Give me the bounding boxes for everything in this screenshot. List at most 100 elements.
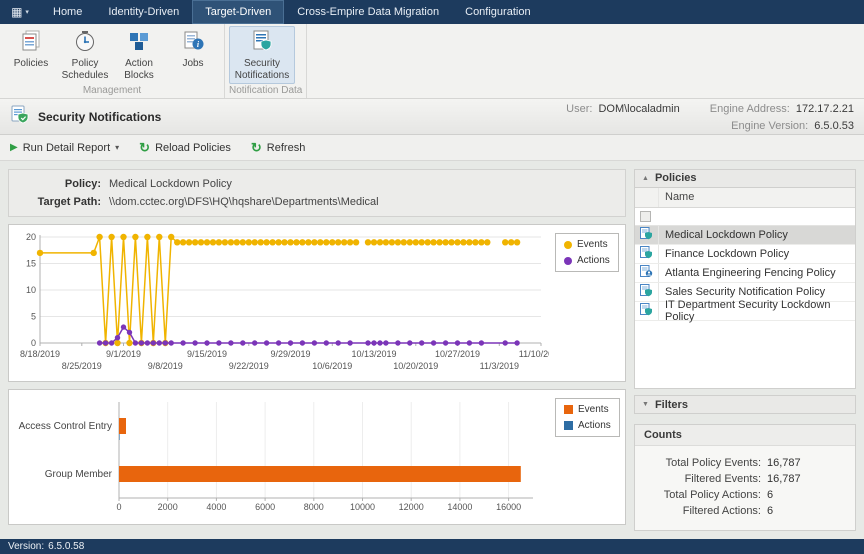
play-icon: ▶ xyxy=(10,142,18,153)
ribbon-button-policy-schedules[interactable]: Policy Schedules xyxy=(58,26,112,84)
policies-icon xyxy=(19,29,43,56)
count-label: Total Policy Events: xyxy=(645,457,761,469)
side-panel: ▲ Policies Name Medical Lockdown Policy xyxy=(634,169,856,531)
ribbon-group-label: Management xyxy=(4,84,220,98)
engine-address-value: 172.17.2.21 xyxy=(796,103,854,115)
count-row-total-policy-actions: Total Policy Actions: 6 xyxy=(645,489,845,501)
svg-text:10/20/2019: 10/20/2019 xyxy=(393,361,438,371)
refresh-icon: ↻ xyxy=(251,140,262,156)
svg-text:9/1/2019: 9/1/2019 xyxy=(106,349,141,359)
ribbon-button-label: Action Blocks xyxy=(114,58,164,81)
policy-row-finance-lockdown[interactable]: Finance Lockdown Policy xyxy=(635,245,855,264)
count-row-total-policy-events: Total Policy Events: 16,787 xyxy=(645,457,845,469)
svg-text:12000: 12000 xyxy=(399,502,424,512)
svg-text:9/22/2019: 9/22/2019 xyxy=(229,361,269,371)
policy-icon xyxy=(640,246,653,262)
dropdown-caret-icon: ▾ xyxy=(115,143,119,152)
count-label: Filtered Events: xyxy=(645,473,761,485)
policy-row-atlanta-engineering-fencing[interactable]: Atlanta Engineering Fencing Policy xyxy=(635,264,855,283)
engine-version-label: Engine Version: xyxy=(731,120,808,132)
svg-text:2000: 2000 xyxy=(158,502,178,512)
ribbon-button-jobs[interactable]: i Jobs xyxy=(166,26,220,73)
blocks-icon xyxy=(127,29,151,56)
events-legend-marker xyxy=(564,405,573,414)
tab-target-driven[interactable]: Target-Driven xyxy=(192,0,284,24)
grid-filter-button[interactable] xyxy=(640,211,651,222)
svg-text:10000: 10000 xyxy=(350,502,375,512)
svg-text:8000: 8000 xyxy=(304,502,324,512)
count-value: 6 xyxy=(767,489,773,501)
filters-section-header[interactable]: ▼ Filters xyxy=(634,395,856,414)
version-value: 6.5.0.58 xyxy=(48,541,84,552)
app-menu-caret-icon: ▾ xyxy=(25,8,29,16)
events-legend-label: Events xyxy=(577,239,608,250)
header-info: User: DOM\localadmin Engine Address: 172… xyxy=(566,101,854,132)
tab-identity-driven[interactable]: Identity-Driven xyxy=(95,0,192,24)
main-content: Policy: Medical Lockdown Policy Target P… xyxy=(0,161,864,539)
count-value: 6 xyxy=(767,505,773,517)
reload-policies-button[interactable]: ↻ Reload Policies xyxy=(139,140,231,156)
ribbon-button-label: Jobs xyxy=(182,58,203,70)
ribbon-group-label: Notification Data xyxy=(229,84,302,98)
action-toolbar: ▶ Run Detail Report ▾ ↻ Reload Policies … xyxy=(0,135,864,161)
count-row-filtered-actions: Filtered Actions: 6 xyxy=(645,505,845,517)
policy-name: IT Department Security Lockdown Policy xyxy=(659,302,855,320)
page-title: Security Notifications xyxy=(38,110,161,124)
svg-text:8/25/2019: 8/25/2019 xyxy=(62,361,102,371)
policy-label: Policy: xyxy=(19,178,101,190)
target-path-value: \\dom.cctec.org\DFS\HQ\hqshare\Departmen… xyxy=(109,196,615,208)
version-label: Version: xyxy=(8,541,44,552)
legend-item-events: Events xyxy=(564,404,611,415)
bar-chart-panel: 0200040006000800010000120001400016000Acc… xyxy=(8,389,626,525)
svg-text:14000: 14000 xyxy=(447,502,472,512)
svg-text:9/8/2019: 9/8/2019 xyxy=(148,361,183,371)
svg-text:20: 20 xyxy=(26,232,36,242)
ribbon-button-security-notifications[interactable]: Security Notifications xyxy=(229,26,295,84)
counts-panel: Counts Total Policy Events: 16,787 Filte… xyxy=(634,424,856,531)
time-chart-panel: 051015208/18/20198/25/20199/1/20199/8/20… xyxy=(8,224,626,382)
tab-home[interactable]: Home xyxy=(40,0,95,24)
policy-row-medical-lockdown[interactable]: Medical Lockdown Policy xyxy=(635,226,855,245)
engine-version-info: Engine Version: 6.5.0.53 xyxy=(731,120,854,132)
page-title-block: Security Notifications xyxy=(10,105,161,128)
application-window: ▦ ▾ Home Identity-Driven Target-Driven C… xyxy=(0,0,864,554)
engine-version-value: 6.5.0.53 xyxy=(814,120,854,132)
svg-text:Access Control Entry: Access Control Entry xyxy=(19,421,112,432)
refresh-button[interactable]: ↻ Refresh xyxy=(251,140,305,156)
count-row-filtered-events: Filtered Events: 16,787 xyxy=(645,473,845,485)
legend-item-actions: Actions xyxy=(564,420,611,431)
policies-section-header[interactable]: ▲ Policies xyxy=(634,169,856,188)
filters-section-title: Filters xyxy=(655,399,688,411)
ribbon-button-label: Security Notifications xyxy=(231,58,293,81)
policy-icon xyxy=(640,227,653,243)
page-header: Security Notifications User: DOM\localad… xyxy=(0,99,864,135)
actions-legend-marker xyxy=(564,257,572,265)
policies-table: Name Medical Lockdown Policy Finance Loc… xyxy=(634,188,856,390)
engine-address-info: Engine Address: 172.17.2.21 xyxy=(710,103,854,115)
svg-text:Group Member: Group Member xyxy=(45,469,113,480)
tab-cross-empire-data-migration[interactable]: Cross-Empire Data Migration xyxy=(284,0,452,24)
svg-text:10: 10 xyxy=(26,285,36,295)
run-detail-report-button[interactable]: ▶ Run Detail Report ▾ xyxy=(10,142,119,154)
svg-text:16000: 16000 xyxy=(496,502,521,512)
tab-configuration[interactable]: Configuration xyxy=(452,0,543,24)
ribbon-button-action-blocks[interactable]: Action Blocks xyxy=(112,26,166,84)
refresh-label: Refresh xyxy=(267,142,306,154)
bar-chart: 0200040006000800010000120001400016000Acc… xyxy=(13,394,549,520)
ribbon-group-notification-data: Security Notifications Notification Data xyxy=(225,24,307,98)
app-menu-button[interactable]: ▦ ▾ xyxy=(0,0,40,24)
name-column-header[interactable]: Name xyxy=(659,188,855,207)
svg-text:6000: 6000 xyxy=(255,502,275,512)
reload-policies-label: Reload Policies xyxy=(155,142,231,154)
policy-value: Medical Lockdown Policy xyxy=(109,178,615,190)
actions-legend-label: Actions xyxy=(577,255,610,266)
ribbon: Policies Policy Schedules xyxy=(0,24,864,99)
target-path-label: Target Path: xyxy=(19,196,101,208)
user-label: User: xyxy=(566,103,592,115)
legend-item-events: Events xyxy=(564,239,610,250)
security-shield-icon xyxy=(10,105,30,128)
policies-section-title: Policies xyxy=(655,172,697,184)
svg-text:11/10/2019: 11/10/2019 xyxy=(519,349,549,359)
ribbon-button-policies[interactable]: Policies xyxy=(4,26,58,73)
policy-row-it-department-security-lockdown[interactable]: IT Department Security Lockdown Policy xyxy=(635,302,855,321)
